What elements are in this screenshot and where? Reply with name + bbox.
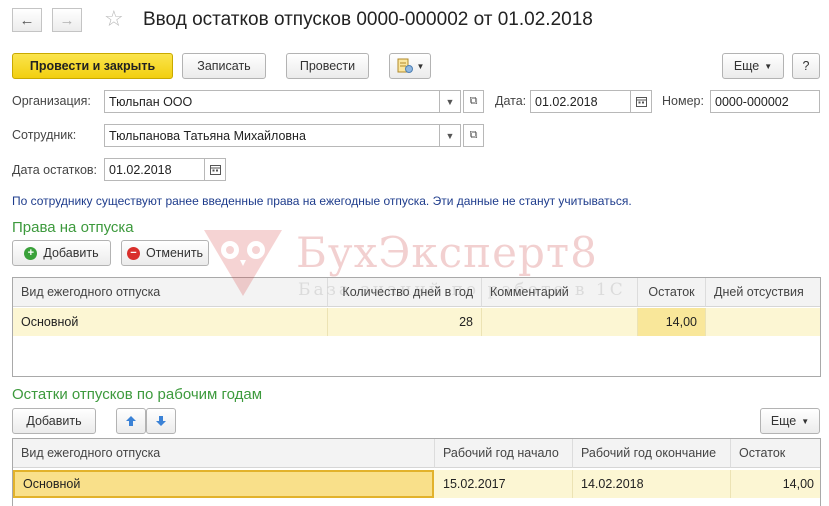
balance-date-field[interactable]: 01.02.2018 xyxy=(104,158,205,181)
save-button[interactable]: Записать xyxy=(182,53,266,79)
balances-more-button[interactable]: Еще ▼ xyxy=(760,408,820,434)
balance-date-calendar-button[interactable] xyxy=(204,158,226,181)
calendar-icon xyxy=(209,165,221,175)
balance-date-label: Дата остатков: xyxy=(12,163,98,177)
chevron-down-icon: ▼ xyxy=(445,130,455,141)
column-header[interactable]: Остаток xyxy=(638,278,706,307)
balances-add-button[interactable]: Добавить xyxy=(12,408,96,434)
watermark-text: БухЭксперт8 xyxy=(296,228,598,277)
help-button[interactable]: ? xyxy=(792,53,820,79)
rights-cancel-label: Отменить xyxy=(145,246,204,260)
column-header[interactable]: Вид ежегодного отпуска xyxy=(13,439,435,468)
employee-field[interactable]: Тюльпанова Татьяна Михайловна xyxy=(104,124,440,147)
print-menu-button[interactable]: ▼ xyxy=(389,53,431,79)
balances-more-label: Еще xyxy=(770,414,797,428)
organization-dropdown-button[interactable]: ▼ xyxy=(439,90,461,113)
chevron-down-icon: ▼ xyxy=(801,416,810,426)
organization-label: Организация: xyxy=(12,94,91,108)
info-message: По сотруднику существуют ранее введенные… xyxy=(12,194,632,208)
table-cell[interactable]: 14,00 xyxy=(638,308,706,336)
arrow-up-icon xyxy=(126,416,136,426)
date-field[interactable]: 01.02.2018 xyxy=(530,90,631,113)
employee-open-button[interactable]: ⧉ xyxy=(463,124,484,147)
chevron-down-icon: ▼ xyxy=(445,96,455,107)
chevron-down-icon: ▼ xyxy=(764,61,773,71)
column-header[interactable]: Количество дней в год xyxy=(328,278,482,307)
page-title: Ввод остатков отпусков 0000-000002 от 01… xyxy=(143,9,593,30)
date-calendar-button[interactable] xyxy=(630,90,652,113)
arrow-left-icon: ← xyxy=(19,11,35,29)
arrow-right-icon: → xyxy=(59,11,75,29)
move-up-button[interactable] xyxy=(116,408,146,434)
column-header[interactable]: Вид ежегодного отпуска xyxy=(13,278,328,307)
chevron-down-icon: ▼ xyxy=(416,61,425,71)
employee-dropdown-button[interactable]: ▼ xyxy=(439,124,461,147)
number-label: Номер: xyxy=(662,94,704,108)
document-print-icon xyxy=(397,58,413,73)
table-cell[interactable] xyxy=(706,308,820,336)
column-header[interactable]: Рабочий год окончание xyxy=(573,439,731,468)
calendar-icon xyxy=(635,97,647,107)
open-window-icon: ⧉ xyxy=(469,129,478,141)
arrow-down-icon xyxy=(156,416,166,426)
rights-cancel-button[interactable]: − Отменить xyxy=(121,240,209,266)
back-button[interactable]: ← xyxy=(12,8,42,32)
table-cell[interactable]: 14.02.2018 xyxy=(573,470,731,498)
column-header[interactable]: Рабочий год начало xyxy=(435,439,573,468)
table-cell[interactable]: 15.02.2017 xyxy=(435,470,573,498)
forward-button[interactable]: → xyxy=(52,8,82,32)
table-cell[interactable] xyxy=(482,308,638,336)
more-label: Еще xyxy=(733,59,760,73)
column-header[interactable]: Остаток xyxy=(731,439,820,468)
organization-open-button[interactable]: ⧉ xyxy=(463,90,484,113)
balances-table[interactable]: Вид ежегодного отпуска Рабочий год начал… xyxy=(12,438,821,506)
post-button[interactable]: Провести xyxy=(286,53,369,79)
organization-field[interactable]: Тюльпан ООО xyxy=(104,90,440,113)
minus-circle-icon: − xyxy=(126,246,140,260)
rights-add-label: Добавить xyxy=(43,246,99,260)
table-cell[interactable]: 28 xyxy=(328,308,482,336)
plus-circle-icon: + xyxy=(24,246,38,260)
column-header[interactable]: Дней отсуствия xyxy=(706,278,820,307)
balances-section-title: Остатки отпусков по рабочим годам xyxy=(12,386,263,403)
rights-section-title: Права на отпуска xyxy=(12,219,134,236)
column-header[interactable]: Комментарий xyxy=(482,278,638,307)
table-cell[interactable]: Основной xyxy=(13,470,434,498)
more-button[interactable]: Еще ▼ xyxy=(722,53,784,79)
number-field[interactable]: 0000-000002 xyxy=(710,90,820,113)
open-window-icon: ⧉ xyxy=(469,95,478,107)
rights-table[interactable]: Вид ежегодного отпуска Количество дней в… xyxy=(12,277,821,377)
star-icon[interactable]: ☆ xyxy=(104,6,124,32)
move-down-button[interactable] xyxy=(146,408,176,434)
table-cell[interactable]: 14,00 xyxy=(731,470,820,498)
date-label: Дата: xyxy=(495,94,527,108)
employee-label: Сотрудник: xyxy=(12,128,77,142)
rights-add-button[interactable]: + Добавить xyxy=(12,240,111,266)
post-and-close-button[interactable]: Провести и закрыть xyxy=(12,53,173,79)
table-cell[interactable]: Основной xyxy=(13,308,328,336)
